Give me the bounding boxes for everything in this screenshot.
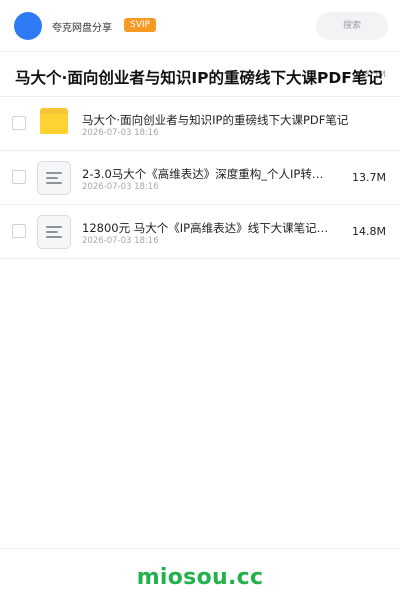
folder-icon [40, 108, 68, 134]
footer: miosou.cc [0, 548, 400, 600]
page-title: 马大个·面向创业者与知识IP的重磅线下大课PDF笔记 [15, 69, 382, 87]
row-checkbox[interactable] [12, 170, 26, 184]
svip-badge: SVIP [124, 18, 156, 32]
file-list: 马大个·面向创业者与知识IP的重磅线下大课PDF笔记 2026-07-03 18… [0, 97, 400, 259]
file-date: 2026-07-03 18:16 [82, 182, 159, 192]
file-name[interactable]: 12800元 马大个《IP高维表达》线下大课笔记.… [82, 220, 330, 236]
row-checkbox[interactable] [12, 116, 26, 130]
file-size: 13.7M [352, 171, 386, 184]
footer-brand[interactable]: miosou.cc [137, 565, 264, 590]
document-icon [37, 215, 71, 249]
row-checkbox[interactable] [12, 224, 26, 238]
avatar[interactable] [14, 12, 42, 40]
file-name[interactable]: 马大个·面向创业者与知识IP的重磅线下大课PDF笔记 [82, 112, 352, 128]
username: 夸克网盘分享 [52, 23, 112, 34]
share-page: 夸克网盘分享 SVIP 搜索 8.5M 马大个·面向创业者与知识IP的重磅线下大… [0, 0, 400, 600]
file-name[interactable]: 2-3.0马大个《高维表达》深度重构_个人IP转化… [82, 166, 330, 182]
title-bar: 8.5M 马大个·面向创业者与知识IP的重磅线下大课PDF笔记 [0, 53, 400, 97]
file-row-folder[interactable]: 马大个·面向创业者与知识IP的重磅线下大课PDF笔记 2026-07-03 18… [0, 97, 400, 151]
file-row-doc[interactable]: 12800元 马大个《IP高维表达》线下大课笔记.… 2026-07-03 18… [0, 205, 400, 259]
search-button[interactable]: 搜索 [316, 12, 388, 40]
file-date: 2026-07-03 18:16 [82, 236, 159, 246]
document-icon [37, 161, 71, 195]
file-row-doc[interactable]: 2-3.0马大个《高维表达》深度重构_个人IP转化… 2026-07-03 18… [0, 151, 400, 205]
header: 夸克网盘分享 SVIP 搜索 [0, 0, 400, 52]
file-date: 2026-07-03 18:16 [82, 128, 159, 138]
file-size: 14.8M [352, 225, 386, 238]
